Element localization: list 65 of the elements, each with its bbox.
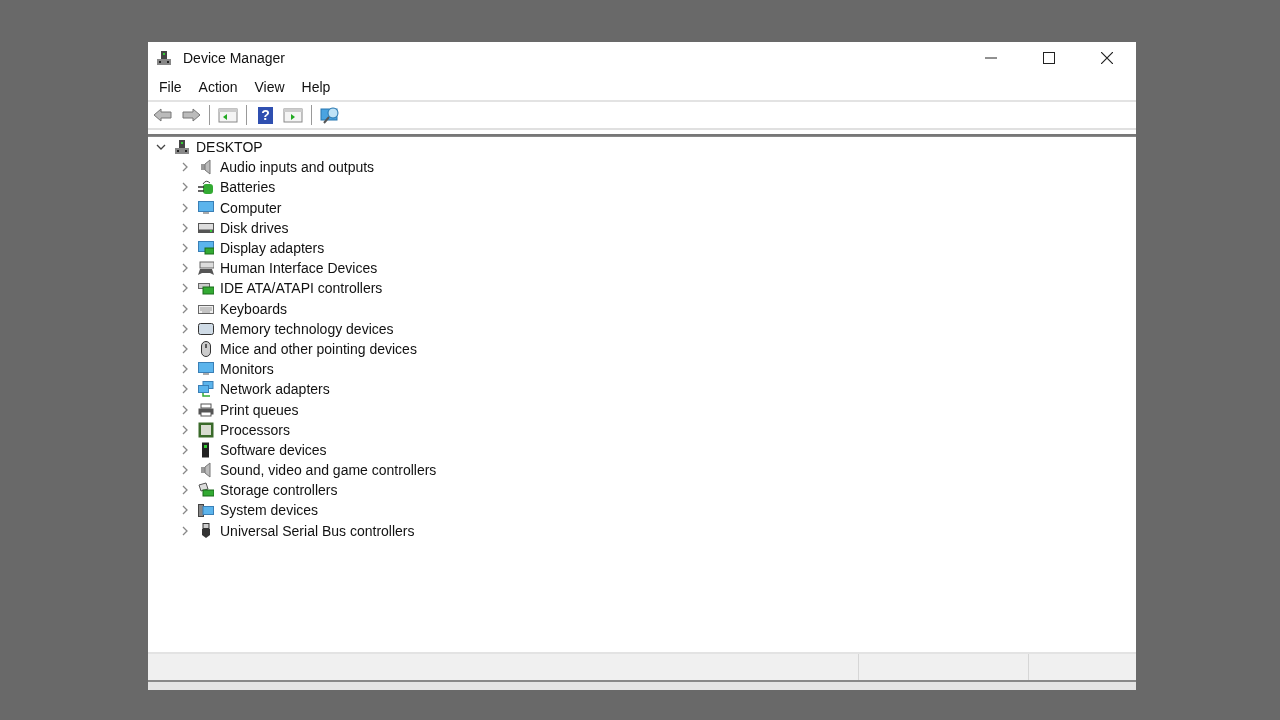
expand-chevron-icon[interactable] [180, 364, 190, 375]
monitor-icon [198, 199, 214, 216]
expand-chevron-icon[interactable] [180, 283, 190, 294]
computer-icon [174, 139, 190, 156]
system-devices-icon [198, 502, 214, 519]
display-adapter-icon [198, 240, 214, 257]
speaker-icon [198, 159, 214, 176]
expand-chevron-icon[interactable] [180, 343, 190, 354]
tree-item[interactable]: Audio inputs and outputs [220, 159, 375, 176]
monitor-magnifier-button[interactable] [318, 104, 342, 126]
expand-chevron-icon[interactable] [180, 485, 190, 496]
tree-item[interactable]: Processors [220, 421, 291, 438]
expand-chevron-icon[interactable] [180, 202, 190, 213]
tree-item[interactable]: Display adapters [220, 240, 325, 257]
expand-chevron-icon[interactable] [180, 222, 190, 233]
tree-item[interactable]: Batteries [220, 179, 276, 196]
speaker-icon [198, 462, 214, 479]
menu-item[interactable]: Action [191, 79, 248, 95]
menu-item[interactable]: Help [294, 79, 341, 95]
tree-item[interactable]: Software devices [220, 441, 327, 458]
expand-chevron-icon[interactable] [180, 323, 190, 334]
expand-chevron-icon[interactable] [180, 162, 190, 173]
expand-chevron-icon[interactable] [180, 182, 190, 193]
tree-item[interactable]: Sound, video and game controllers [220, 462, 437, 479]
expand-chevron-icon[interactable] [180, 303, 190, 314]
window-title: Device Manager [183, 50, 286, 66]
expand-chevron-icon[interactable] [180, 505, 190, 516]
expand-chevron-icon[interactable] [180, 424, 190, 435]
expand-chevron-icon[interactable] [180, 465, 190, 476]
menu-item[interactable]: View [247, 79, 295, 95]
expand-chevron-icon[interactable] [180, 404, 190, 415]
expand-chevron-icon[interactable] [180, 243, 190, 254]
menu-item[interactable]: File [152, 79, 192, 95]
expand-chevron-icon[interactable] [180, 525, 190, 536]
circuit-card-icon [198, 280, 214, 297]
tree-item[interactable]: DESKTOP [196, 139, 263, 156]
monitor-icon [198, 361, 214, 378]
tree-item[interactable]: IDE ATA/ATAPI controllers [220, 280, 383, 297]
mouse-icon [198, 340, 214, 357]
tree-item[interactable]: Human Interface Devices [220, 260, 378, 277]
tree-item[interactable]: Keyboards [220, 300, 287, 317]
tree-item[interactable]: Storage controllers [220, 482, 338, 499]
tree-item[interactable]: Mice and other pointing devices [220, 340, 417, 357]
tree-item[interactable]: System devices [220, 502, 319, 519]
memory-card-icon [198, 320, 214, 337]
tree-item[interactable]: Monitors [220, 361, 274, 378]
printer-icon [198, 401, 214, 418]
tree-item[interactable]: Memory technology devices [220, 320, 394, 337]
storage-controller-icon [198, 482, 214, 499]
expand-chevron-icon[interactable] [180, 444, 190, 455]
network-icon [198, 381, 214, 398]
expand-chevron-icon[interactable] [180, 263, 190, 274]
maximize-icon [1043, 52, 1055, 64]
processor-chip-icon [198, 421, 214, 438]
tree-item[interactable]: Computer [220, 199, 282, 216]
computer-icon [156, 50, 172, 66]
tree-item[interactable]: Print queues [220, 401, 299, 418]
gamepad-keyboard-icon [198, 260, 214, 277]
battery-plug-icon [198, 179, 214, 196]
help-button[interactable]: ? [253, 104, 277, 126]
tree-item[interactable]: Disk drives [220, 219, 289, 236]
close-icon [1101, 52, 1113, 64]
tree-item[interactable]: Universal Serial Bus controllers [220, 522, 415, 539]
expand-chevron-icon[interactable] [180, 384, 190, 395]
tree-item[interactable]: Network adapters [220, 381, 330, 398]
